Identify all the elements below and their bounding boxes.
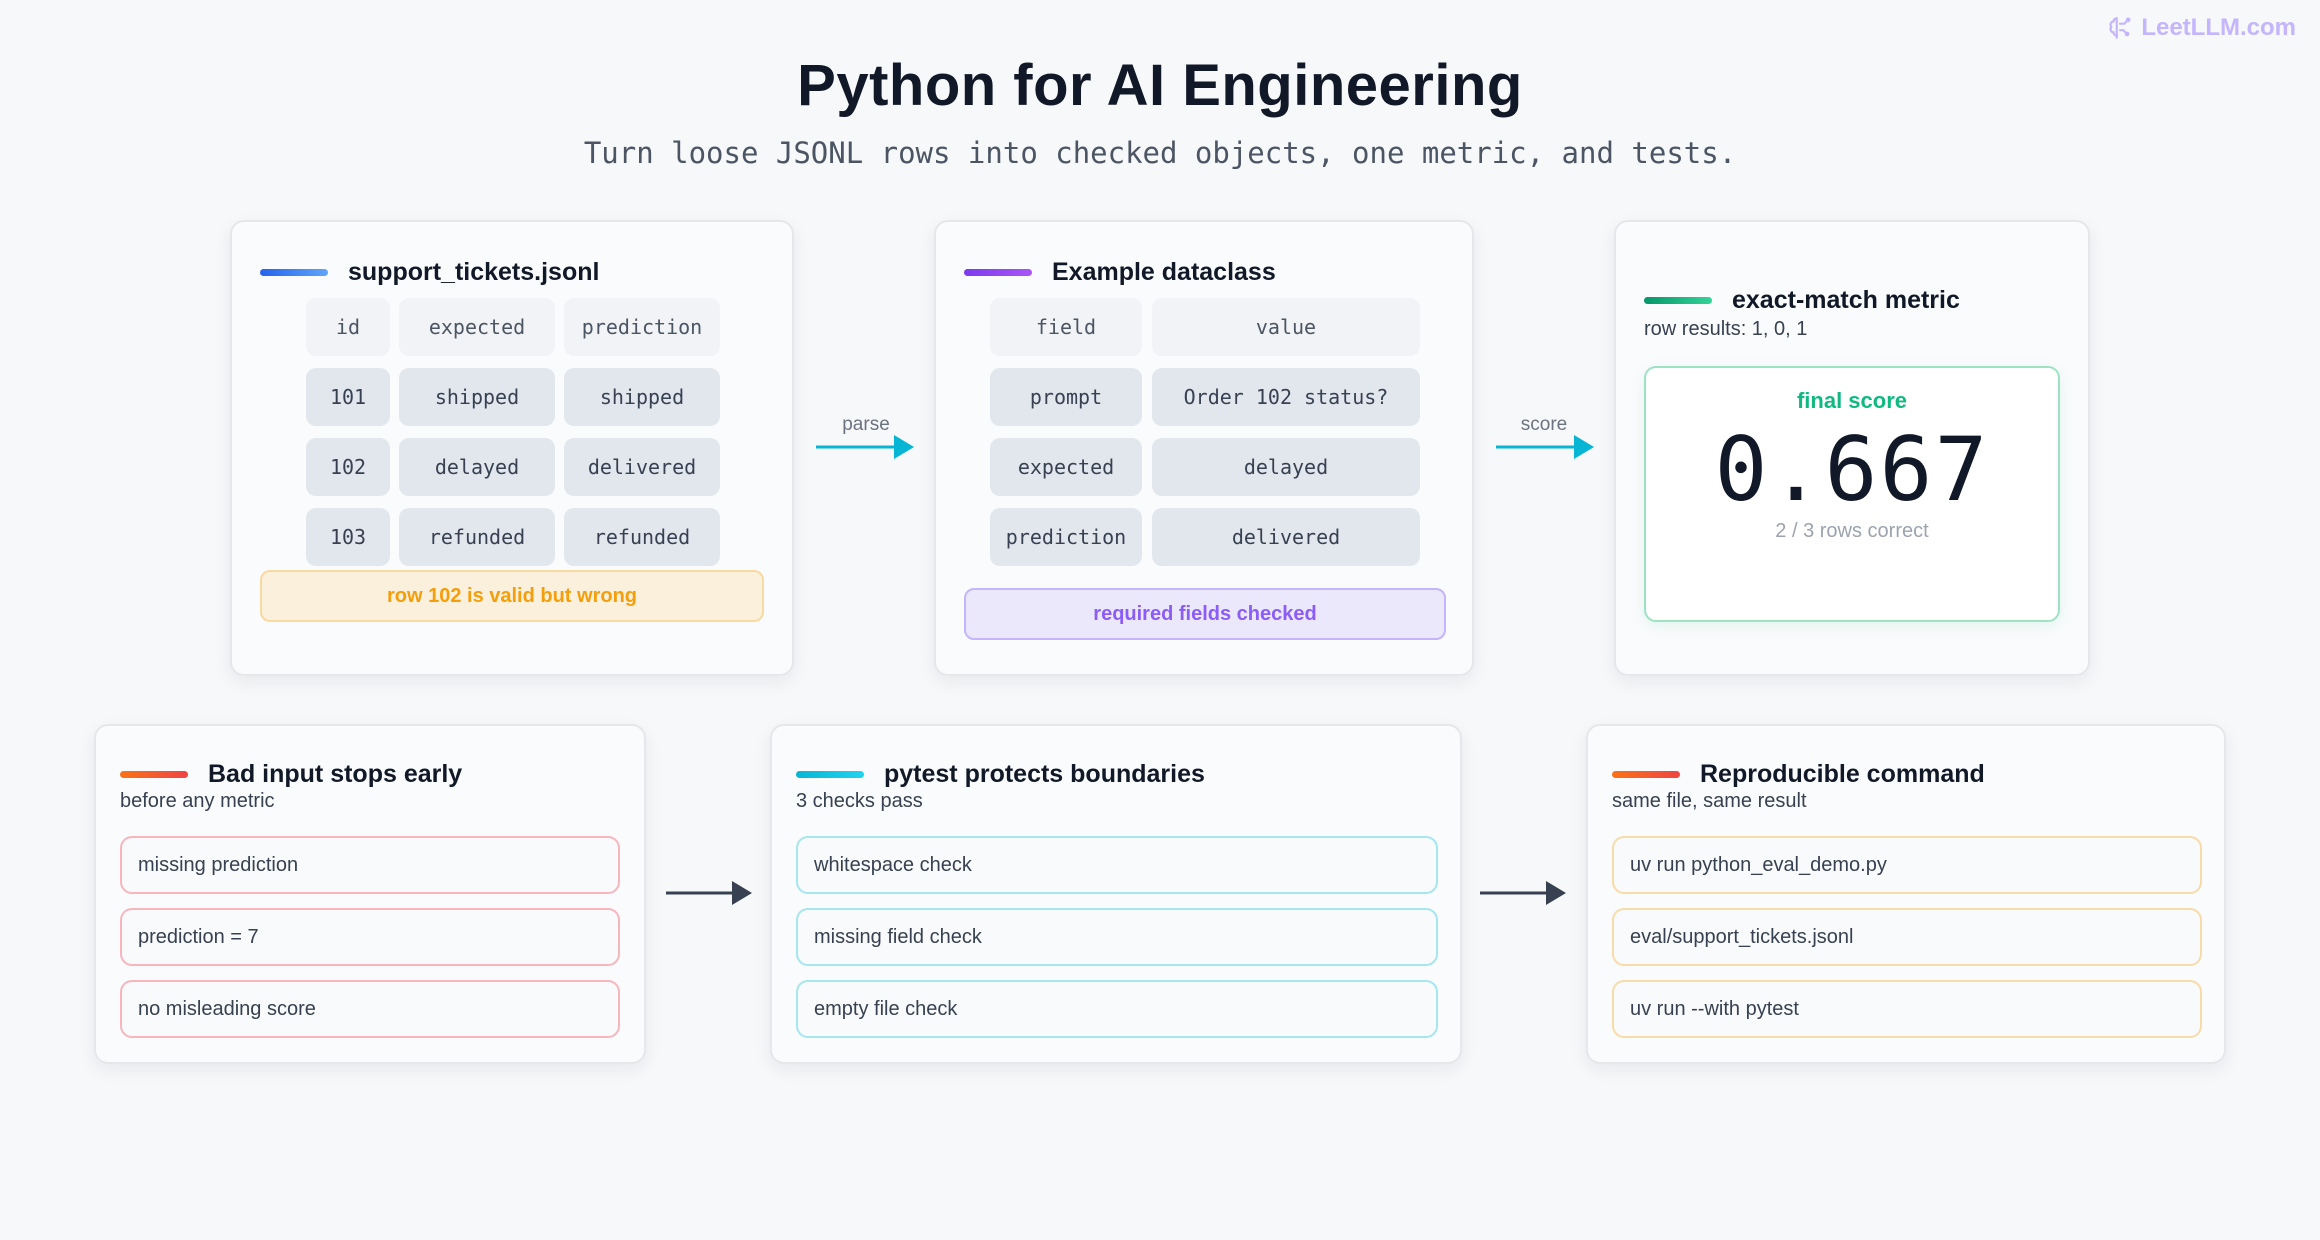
tickets-card-title: support_tickets.jsonl [348, 258, 600, 286]
table-cell: Order 102 status? [1152, 368, 1420, 426]
tickets-card-header: support_tickets.jsonl [260, 258, 599, 287]
table-cell: shipped [564, 368, 720, 426]
brain-icon [2109, 17, 2131, 39]
command-card: Reproducible command same file, same res… [1586, 724, 2226, 1064]
pytest-card-title: pytest protects boundaries [884, 760, 1205, 788]
command-card-header: Reproducible command [1612, 760, 1985, 789]
list-item: whitespace check [796, 836, 1438, 894]
bad-input-card-subtitle: before any metric [120, 790, 275, 812]
list-item: prediction = 7 [120, 908, 620, 966]
table-cell: delayed [399, 438, 555, 496]
table-header-cell: field [990, 298, 1142, 356]
metric-card-subtitle: row results: 1, 0, 1 [1644, 318, 1808, 340]
table-cell: delayed [1152, 438, 1420, 496]
table-cell: delivered [564, 438, 720, 496]
table-header-cell: expected [399, 298, 555, 356]
page-subtitle: Turn loose JSONL rows into checked objec… [583, 136, 1737, 170]
accent-bar [260, 269, 328, 276]
list-item: uv run --with pytest [1612, 980, 2202, 1038]
list-item: empty file check [796, 980, 1438, 1038]
page-title: Python for AI Engineering [797, 53, 1523, 118]
list-item: missing prediction [120, 836, 620, 894]
table-cell: expected [990, 438, 1142, 496]
list-item: no misleading score [120, 980, 620, 1038]
tickets-card: support_tickets.jsonl id expected predic… [230, 220, 794, 676]
list-item: eval/support_tickets.jsonl [1612, 908, 2202, 966]
list-item: missing field check [796, 908, 1438, 966]
table-header-cell: id [306, 298, 390, 356]
accent-bar [1612, 771, 1680, 778]
metric-card-title: exact-match metric [1732, 286, 1960, 314]
dataclass-card-title: Example dataclass [1052, 258, 1276, 286]
arrow-right-icon [666, 881, 752, 905]
arrow-right-icon [1496, 435, 1594, 459]
arrow-right-icon [816, 435, 914, 459]
accent-bar [120, 771, 188, 778]
info-banner: required fields checked [964, 588, 1446, 640]
table-header-cell: prediction [564, 298, 720, 356]
pytest-card: pytest protects boundaries 3 checks pass… [770, 724, 1462, 1064]
table-cell: prompt [990, 368, 1142, 426]
table-cell: 101 [306, 368, 390, 426]
bad-input-card: Bad input stops early before any metric … [94, 724, 646, 1064]
table-cell: shipped [399, 368, 555, 426]
table-cell: refunded [564, 508, 720, 566]
arrow-right-icon [1480, 881, 1566, 905]
score-label: final score [1796, 388, 1908, 413]
table-header-cell: value [1152, 298, 1420, 356]
command-card-title: Reproducible command [1700, 760, 1985, 788]
dataclass-card-header: Example dataclass [964, 258, 1276, 287]
command-card-subtitle: same file, same result [1612, 790, 1807, 812]
table-cell: prediction [990, 508, 1142, 566]
accent-bar [964, 269, 1032, 276]
accent-bar [1644, 297, 1712, 304]
table-cell: 102 [306, 438, 390, 496]
bad-input-card-header: Bad input stops early [120, 760, 462, 789]
pytest-card-header: pytest protects boundaries [796, 760, 1205, 789]
brand-name: LeetLLM.com [2141, 14, 2296, 41]
list-item: uv run python_eval_demo.py [1612, 836, 2202, 894]
score-note: 2 / 3 rows correct [1775, 520, 1929, 542]
bad-input-card-title: Bad input stops early [208, 760, 463, 788]
dataclass-card: Example dataclass field value prompt Ord… [934, 220, 1474, 676]
metric-card: exact-match metric row results: 1, 0, 1 … [1614, 220, 2090, 676]
pytest-card-subtitle: 3 checks pass [796, 790, 923, 812]
table-cell: refunded [399, 508, 555, 566]
warning-banner: row 102 is valid but wrong [260, 570, 764, 622]
accent-bar [796, 771, 864, 778]
table-cell: 103 [306, 508, 390, 566]
table-cell: delivered [1152, 508, 1420, 566]
brand-logo[interactable]: LeetLLM.com [2107, 14, 2296, 42]
score-box: final score 0.667 2 / 3 rows correct [1644, 366, 2060, 622]
score-value: 0.667 [1714, 418, 1990, 521]
metric-card-header: exact-match metric [1644, 286, 1960, 315]
